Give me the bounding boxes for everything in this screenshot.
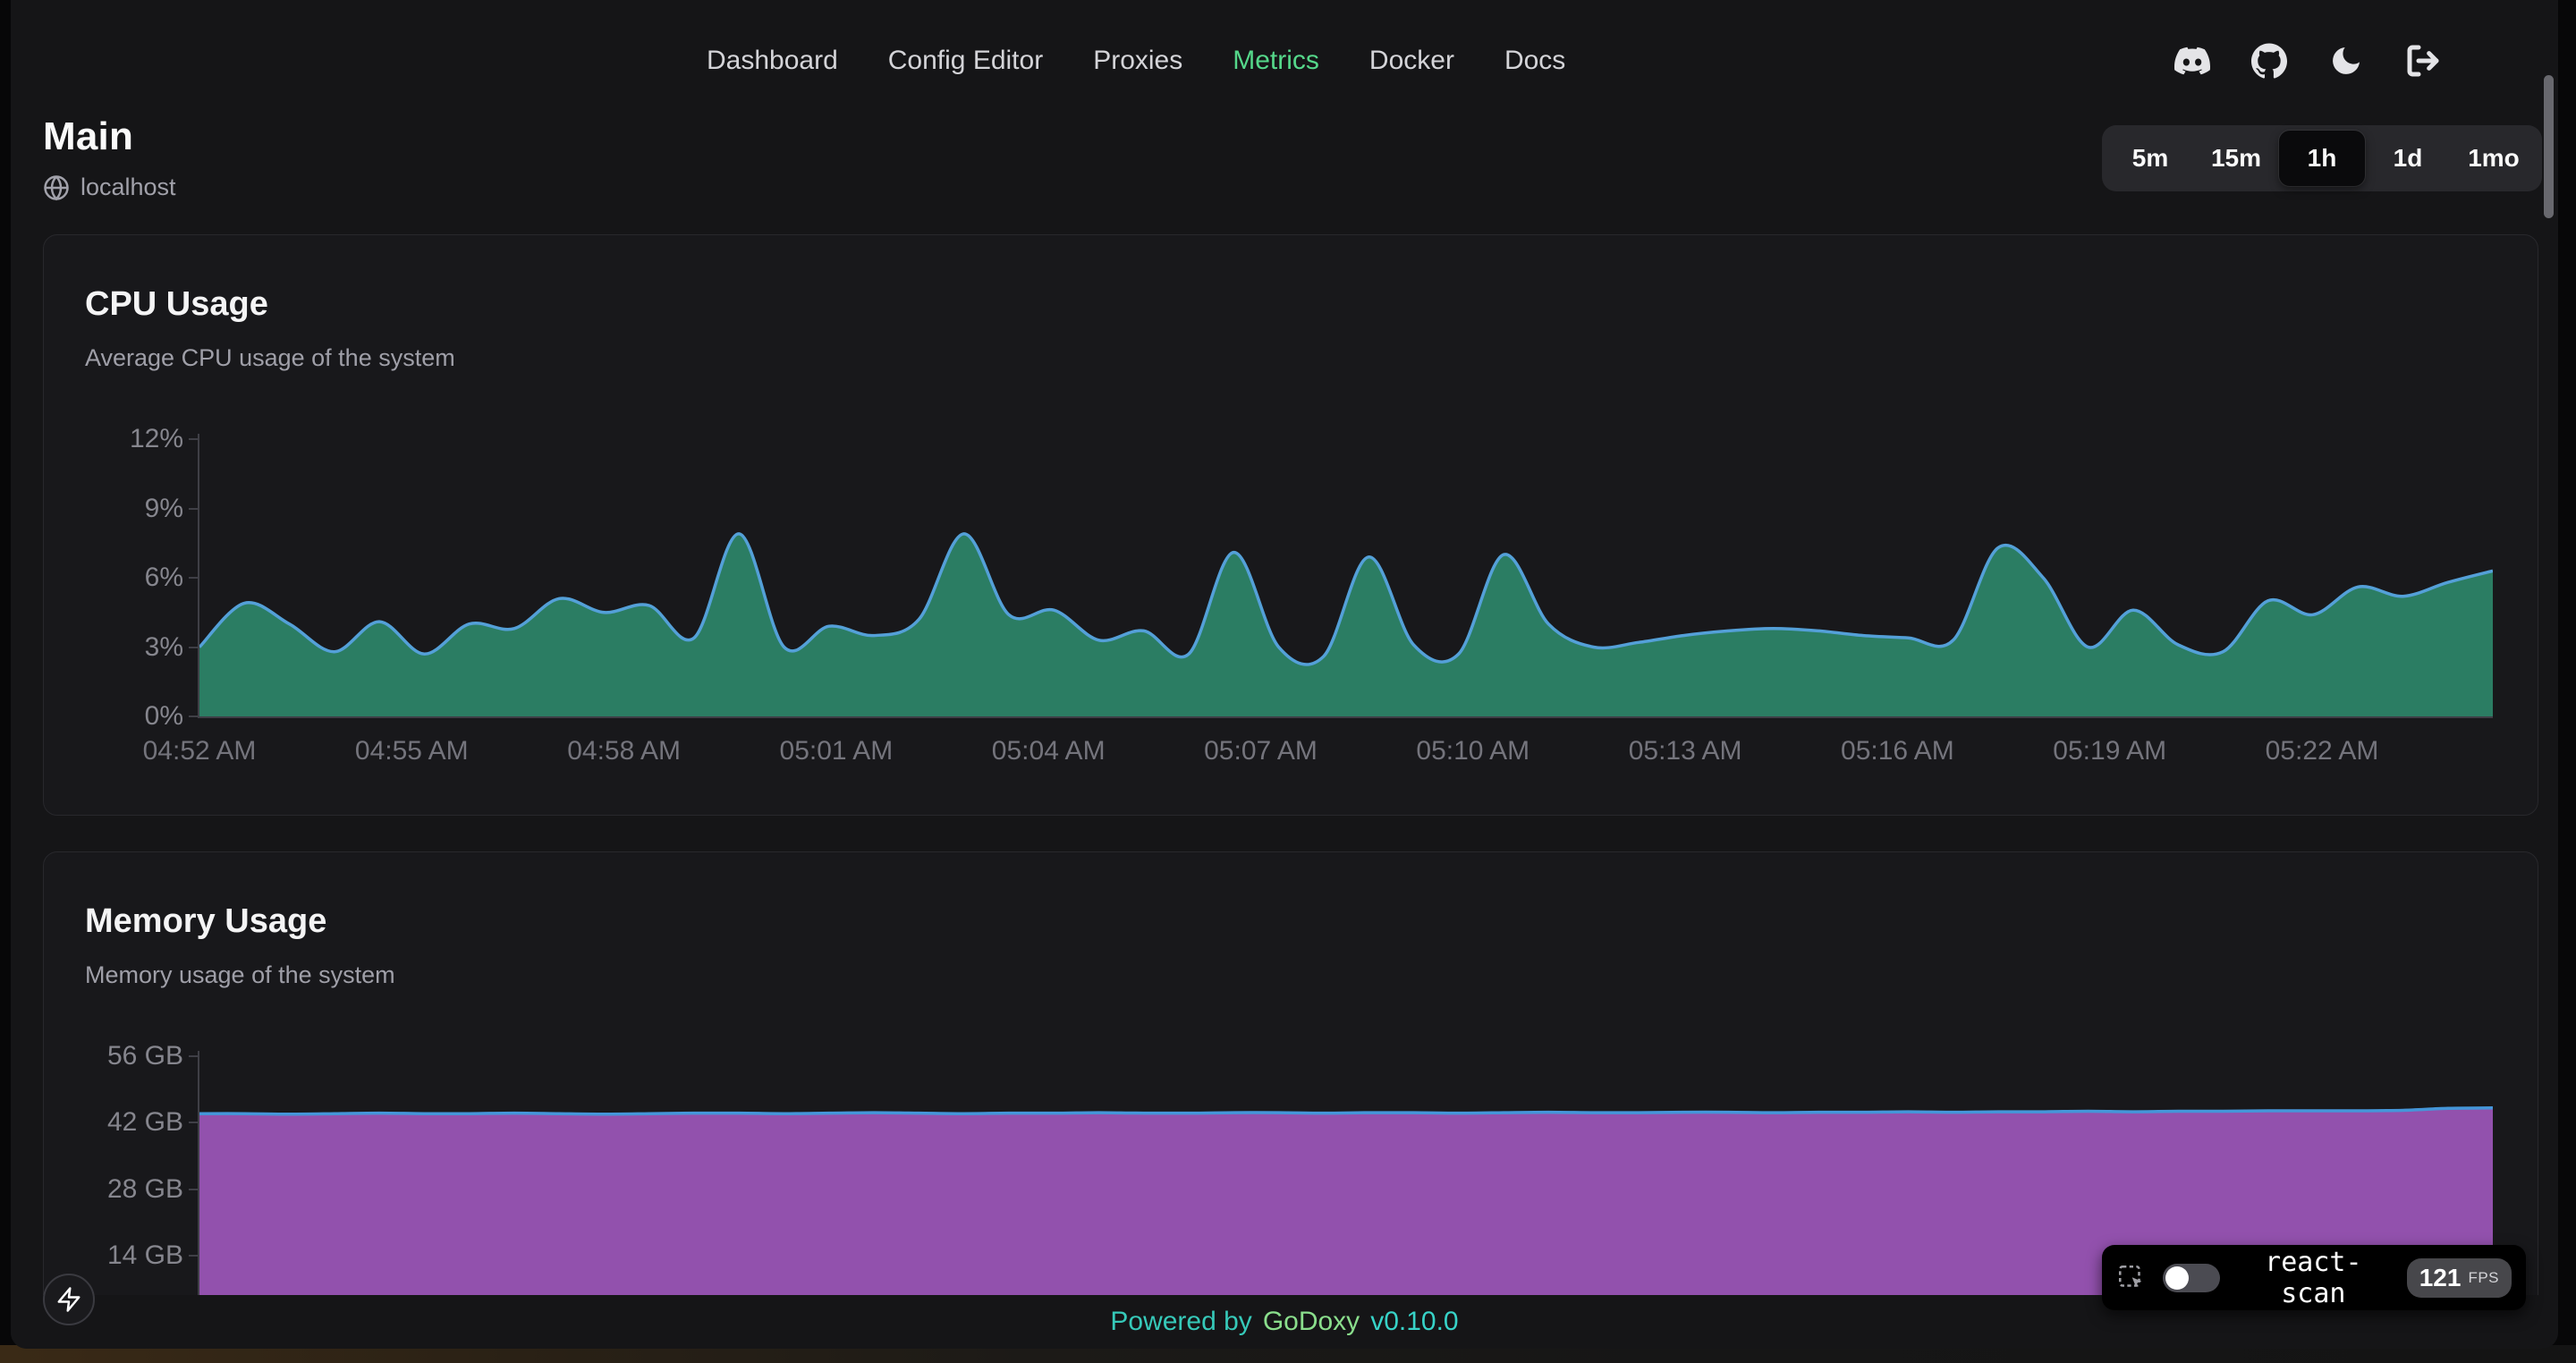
- react-scan-widget: react-scan 121 FPS: [2102, 1245, 2526, 1310]
- cpu-usage-card: CPU Usage Average CPU usage of the syste…: [43, 234, 2538, 816]
- y-tick-mark: [189, 1255, 198, 1257]
- nav-icon-group: [2174, 0, 2442, 122]
- top-navigation-bar: Dashboard Config Editor Proxies Metrics Dock…: [11, 0, 2558, 122]
- y-tick-mark: [189, 647, 198, 648]
- fps-badge: 121 FPS: [2407, 1258, 2512, 1298]
- nav-links: Dashboard Config Editor Proxies Metrics Dock…: [707, 0, 1565, 122]
- y-tick-mark: [189, 438, 198, 440]
- x-tick-label: 05:04 AM: [992, 736, 1106, 766]
- powered-by-line: Powered by GoDoxy v0.10.0: [1110, 1307, 1458, 1337]
- time-range-selector: 5m15m1h1d1mo: [2102, 125, 2542, 191]
- host-name: localhost: [80, 174, 176, 201]
- y-tick-mark: [189, 1189, 198, 1190]
- y-tick-label: 3%: [145, 632, 183, 663]
- dark-mode-moon-icon[interactable]: [2327, 42, 2365, 80]
- time-range-option-1d[interactable]: 1d: [2365, 131, 2451, 186]
- y-tick-label: 0%: [145, 701, 183, 732]
- page-title: Main: [43, 114, 176, 159]
- cpu-card-subtitle: Average CPU usage of the system: [85, 344, 455, 372]
- react-scan-label: react-scan: [2236, 1247, 2391, 1309]
- x-tick-label: 05:10 AM: [1416, 736, 1530, 766]
- powered-by-text: Powered by: [1110, 1307, 1251, 1337]
- cpu-x-axis-labels: 04:52 AM04:55 AM04:58 AM05:01 AM05:04 AM…: [199, 736, 2493, 772]
- cpu-x-axis-line: [198, 716, 2493, 718]
- lightning-bolt-button[interactable]: [43, 1274, 95, 1325]
- y-tick-mark: [189, 508, 198, 510]
- time-range-option-1mo[interactable]: 1mo: [2451, 131, 2537, 186]
- y-tick-mark: [189, 577, 198, 579]
- x-tick-label: 05:19 AM: [2053, 736, 2166, 766]
- nav-item-config-editor[interactable]: Config Editor: [888, 46, 1043, 76]
- x-tick-label: 05:01 AM: [780, 736, 894, 766]
- godoxy-link[interactable]: GoDoxy: [1263, 1307, 1360, 1337]
- x-tick-label: 04:55 AM: [355, 736, 469, 766]
- y-tick-mark: [189, 1055, 198, 1057]
- x-tick-label: 05:13 AM: [1629, 736, 1742, 766]
- discord-icon[interactable]: [2174, 42, 2211, 80]
- fps-value: 121: [2419, 1264, 2462, 1292]
- y-tick-label: 9%: [145, 494, 183, 524]
- y-tick-mark: [189, 1122, 198, 1123]
- page-header: Main localhost: [43, 114, 176, 201]
- memory-card-title: Memory Usage: [85, 902, 326, 941]
- host-row: localhost: [43, 174, 176, 201]
- x-tick-label: 05:07 AM: [1204, 736, 1318, 766]
- time-range-option-15m[interactable]: 15m: [2193, 131, 2279, 186]
- nav-item-docker[interactable]: Docker: [1369, 46, 1454, 76]
- x-tick-label: 04:58 AM: [567, 736, 681, 766]
- x-tick-label: 05:16 AM: [1841, 736, 1954, 766]
- time-range-option-5m[interactable]: 5m: [2107, 131, 2193, 186]
- fps-unit: FPS: [2468, 1269, 2499, 1287]
- logout-icon[interactable]: [2404, 42, 2442, 80]
- y-tick-label: 56 GB: [107, 1041, 183, 1071]
- globe-icon: [43, 174, 70, 201]
- cpu-area-plot: [199, 439, 2493, 716]
- react-scan-toggle[interactable]: [2163, 1264, 2220, 1292]
- y-tick-label: 12%: [130, 424, 183, 454]
- nav-item-proxies[interactable]: Proxies: [1093, 46, 1182, 76]
- y-tick-label: 28 GB: [107, 1174, 183, 1205]
- x-tick-label: 04:52 AM: [143, 736, 257, 766]
- zap-icon: [55, 1286, 82, 1313]
- nav-item-dashboard[interactable]: Dashboard: [707, 46, 838, 76]
- nav-item-metrics[interactable]: Metrics: [1233, 46, 1319, 76]
- scrollbar-thumb[interactable]: [2544, 75, 2554, 218]
- cpu-card-title: CPU Usage: [85, 285, 268, 324]
- memory-card-subtitle: Memory usage of the system: [85, 961, 395, 989]
- y-tick-label: 6%: [145, 563, 183, 593]
- inspect-element-icon[interactable]: [2116, 1263, 2147, 1293]
- x-tick-label: 05:22 AM: [2266, 736, 2379, 766]
- version-text: v0.10.0: [1370, 1307, 1458, 1337]
- y-tick-mark: [189, 715, 198, 717]
- toggle-knob: [2165, 1266, 2189, 1290]
- y-tick-label: 14 GB: [107, 1240, 183, 1271]
- github-icon[interactable]: [2250, 42, 2288, 80]
- app-window: Dashboard Config Editor Proxies Metrics Dock…: [11, 0, 2558, 1349]
- nav-item-docs[interactable]: Docs: [1504, 46, 1565, 76]
- y-tick-label: 42 GB: [107, 1107, 183, 1138]
- time-range-option-1h[interactable]: 1h: [2279, 131, 2365, 186]
